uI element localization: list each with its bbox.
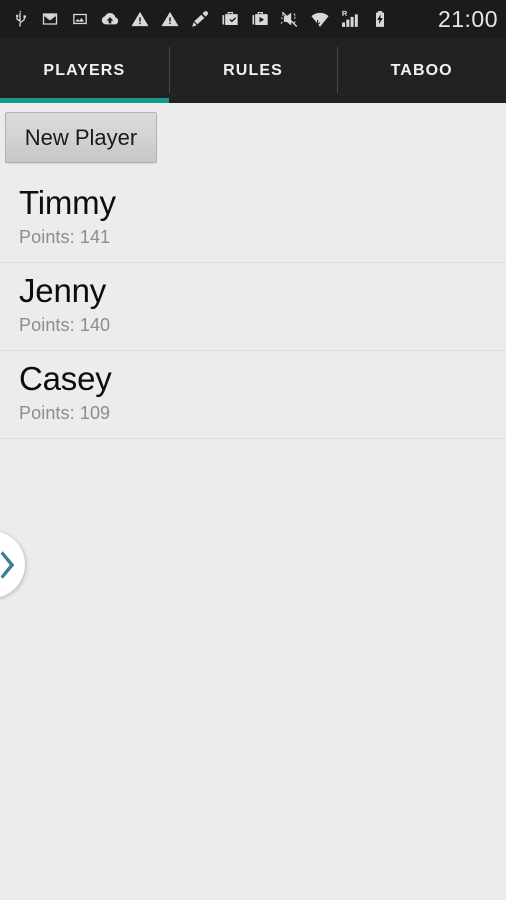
player-list: Timmy Points: 141 Jenny Points: 140 Case…	[0, 175, 506, 439]
new-player-button[interactable]: New Player	[5, 112, 157, 163]
status-bar: 21:00	[0, 0, 506, 38]
list-item[interactable]: Timmy Points: 141	[0, 175, 506, 263]
player-points: Points: 141	[19, 226, 111, 247]
roaming-signal-icon	[340, 9, 360, 29]
app-screen: 21:00 PLAYERS RULES TABOO New Player Tim…	[0, 0, 506, 900]
usb-icon	[10, 9, 30, 29]
highlighter-pen-icon	[190, 9, 210, 29]
volume-vibrate-mute-icon	[280, 9, 300, 29]
player-name: Jenny	[19, 271, 107, 309]
new-player-button-label: New Player	[24, 124, 138, 150]
tab-taboo-label: TABOO	[390, 61, 453, 79]
players-tab-content: New Player Timmy Points: 141 Jenny Point…	[0, 103, 506, 900]
chevron-right-icon	[0, 550, 14, 579]
briefcase-check-icon	[220, 9, 240, 29]
list-item[interactable]: Casey Points: 109	[0, 350, 506, 439]
battery-charging-icon	[370, 9, 390, 29]
warning-triangle-icon	[130, 9, 150, 29]
player-points: Points: 140	[19, 314, 111, 335]
tab-bar: PLAYERS RULES TABOO	[0, 38, 506, 103]
player-name: Casey	[19, 359, 112, 397]
status-bar-clock: 21:00	[437, 5, 498, 32]
tab-taboo[interactable]: TABOO	[337, 38, 506, 103]
status-bar-icon-group	[10, 9, 432, 29]
wifi-transfer-icon	[310, 9, 330, 29]
edge-drawer-handle[interactable]	[0, 531, 25, 598]
tab-rules[interactable]: RULES	[168, 38, 338, 103]
player-name: Timmy	[19, 184, 116, 221]
gmail-icon	[40, 9, 60, 29]
tab-rules-label: RULES	[223, 61, 283, 79]
player-points: Points: 109	[19, 402, 111, 423]
cloud-upload-icon	[100, 9, 120, 29]
briefcase-play-icon	[250, 9, 270, 29]
warning-triangle-icon-2	[160, 9, 180, 29]
tab-players[interactable]: PLAYERS	[0, 38, 169, 103]
list-item[interactable]: Jenny Points: 140	[0, 262, 506, 351]
tab-players-label: PLAYERS	[43, 61, 126, 79]
image-icon	[70, 9, 90, 29]
